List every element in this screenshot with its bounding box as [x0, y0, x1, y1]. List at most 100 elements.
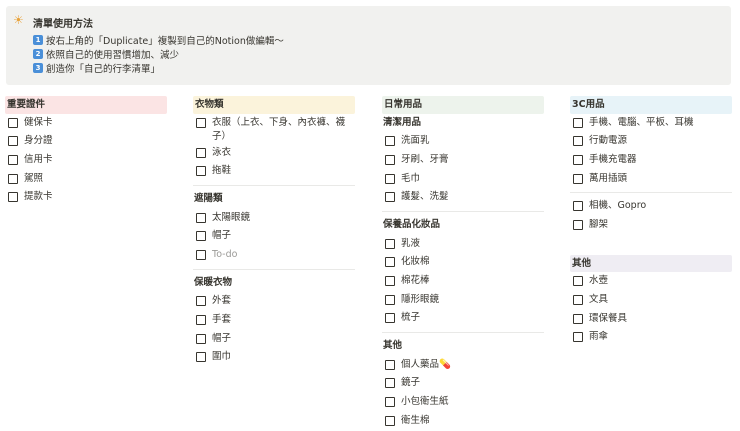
checkbox[interactable] — [385, 378, 395, 389]
callout-title: 清單使用方法 — [33, 19, 93, 30]
todo-item: 隱形眼鏡 — [382, 291, 544, 310]
checkbox[interactable] — [385, 136, 395, 147]
todo-label[interactable]: 手套 — [212, 313, 231, 327]
checkbox[interactable] — [385, 238, 395, 249]
todo-label[interactable]: 護髮、洗髮 — [401, 190, 449, 204]
todo-label[interactable]: 外套 — [212, 294, 231, 308]
todo-label[interactable]: 太陽眼鏡 — [212, 211, 250, 225]
todo-label[interactable]: 手機充電器 — [589, 153, 637, 167]
checkbox[interactable] — [385, 415, 395, 426]
todo-label[interactable]: 泳衣 — [212, 146, 231, 160]
checkbox[interactable] — [385, 359, 395, 370]
column-clothing: 衣物類 衣服（上衣、下身、內衣褲、襪子） 泳衣 拖鞋 遮陽類 太陽眼鏡 帽子 To-do 保暖衣… — [193, 96, 355, 367]
todo-label[interactable]: 行動電源 — [589, 134, 627, 148]
todo-label[interactable]: 洗面乳 — [401, 134, 430, 148]
todo-label[interactable]: 駕照 — [24, 172, 43, 186]
todo-item: 牙刷、牙膏 — [382, 151, 544, 170]
subsection-heading: 遮陽類 — [194, 192, 223, 204]
todo-item: 化妝棉 — [382, 253, 544, 272]
todo-item: 手機、電腦、平板、耳機 — [570, 114, 732, 133]
todo-label[interactable]: 鏡子 — [401, 376, 420, 390]
checkbox[interactable] — [573, 332, 583, 343]
checkbox[interactable] — [196, 333, 206, 344]
todo-label[interactable]: 個人藥品💊 — [401, 358, 451, 372]
checkbox[interactable] — [573, 294, 583, 305]
checkbox[interactable] — [196, 296, 206, 307]
todo-item: 鏡子 — [382, 374, 544, 393]
todo-label[interactable]: 小包衛生紙 — [401, 395, 449, 409]
todo-item: 衛生棉 — [382, 412, 544, 431]
todo-item: 帽子 — [193, 227, 355, 246]
todo-item: 腳架 — [570, 216, 732, 235]
todo-label[interactable]: 衛生棉 — [401, 414, 430, 428]
checkbox[interactable] — [385, 173, 395, 184]
checkbox[interactable] — [385, 257, 395, 268]
checkbox[interactable] — [573, 136, 583, 147]
todo-item: 小包衛生紙 — [382, 393, 544, 412]
checkbox[interactable] — [573, 201, 583, 212]
divider — [193, 181, 355, 190]
checkbox[interactable] — [8, 173, 18, 184]
checkbox[interactable] — [573, 154, 583, 165]
checkbox[interactable] — [196, 212, 206, 223]
section-header: 衣物類 — [193, 96, 355, 114]
todo-label[interactable]: 身分證 — [24, 134, 53, 148]
checkbox[interactable] — [8, 154, 18, 165]
todo-label[interactable]: 隱形眼鏡 — [401, 293, 439, 307]
checkbox[interactable] — [196, 352, 206, 363]
checkbox[interactable] — [385, 294, 395, 305]
checkbox[interactable] — [385, 192, 395, 203]
checkbox[interactable] — [573, 276, 583, 287]
checkbox[interactable] — [196, 166, 206, 177]
checkbox[interactable] — [8, 192, 18, 203]
todo-item: 文具 — [570, 291, 732, 310]
todo-label[interactable]: 手機、電腦、平板、耳機 — [589, 116, 694, 130]
callout-line-text: 按右上角的「Duplicate」複製到自己的Notion做編輯～ — [46, 36, 284, 47]
checkbox[interactable] — [196, 147, 206, 158]
todo-label[interactable]: 信用卡 — [24, 153, 53, 167]
todo-label[interactable]: 圍巾 — [212, 350, 231, 364]
todo-label[interactable]: 水壺 — [589, 274, 608, 288]
checkbox[interactable] — [196, 249, 206, 260]
todo-label[interactable]: 健保卡 — [24, 116, 53, 130]
todo-label[interactable]: 帽子 — [212, 332, 231, 346]
todo-label[interactable]: 環保餐具 — [589, 312, 627, 326]
todo-label[interactable]: 化妝棉 — [401, 255, 430, 269]
todo-item: 駕照 — [5, 170, 167, 189]
checkbox[interactable] — [385, 154, 395, 165]
todo-label[interactable]: 棉花棒 — [401, 274, 430, 288]
todo-label[interactable]: 帽子 — [212, 229, 231, 243]
todo-label[interactable]: 腳架 — [589, 218, 608, 232]
checkbox[interactable] — [196, 231, 206, 242]
todo-label[interactable]: 提款卡 — [24, 190, 53, 204]
checkbox[interactable] — [8, 136, 18, 147]
todo-label[interactable]: 雨傘 — [589, 330, 608, 344]
todo-label[interactable]: 衣服（上衣、下身、內衣褲、襪子） — [212, 116, 355, 144]
callout-line-text: 創造你「自己的行李清單」 — [46, 64, 161, 75]
todo-item: 拖鞋 — [193, 162, 355, 181]
checkbox[interactable] — [573, 173, 583, 184]
todo-label[interactable]: 文具 — [589, 293, 608, 307]
checkbox[interactable] — [196, 117, 206, 128]
todo-label[interactable]: To-do — [212, 248, 237, 262]
todo-label[interactable]: 牙刷、牙膏 — [401, 153, 449, 167]
checkbox[interactable] — [385, 313, 395, 324]
todo-item: 圍巾 — [193, 348, 355, 367]
todo-item: 提款卡 — [5, 188, 167, 207]
todo-item: 太陽眼鏡 — [193, 209, 355, 228]
checkbox[interactable] — [573, 313, 583, 324]
number-2-icon: 2 — [33, 49, 43, 59]
checkbox[interactable] — [385, 276, 395, 286]
checkbox[interactable] — [573, 219, 583, 230]
todo-label[interactable]: 萬用插頭 — [589, 172, 627, 186]
checkbox[interactable] — [385, 397, 395, 408]
todo-label[interactable]: 梳子 — [401, 311, 420, 325]
todo-label[interactable]: 拖鞋 — [212, 164, 231, 178]
todo-label[interactable]: 相機、Gopro — [589, 199, 646, 213]
todo-label[interactable]: 毛巾 — [401, 172, 420, 186]
todo-item: 洗面乳 — [382, 132, 544, 151]
todo-label[interactable]: 乳液 — [401, 237, 420, 251]
checkbox[interactable] — [196, 315, 206, 325]
checkbox[interactable] — [8, 117, 18, 128]
checkbox[interactable] — [573, 117, 583, 128]
